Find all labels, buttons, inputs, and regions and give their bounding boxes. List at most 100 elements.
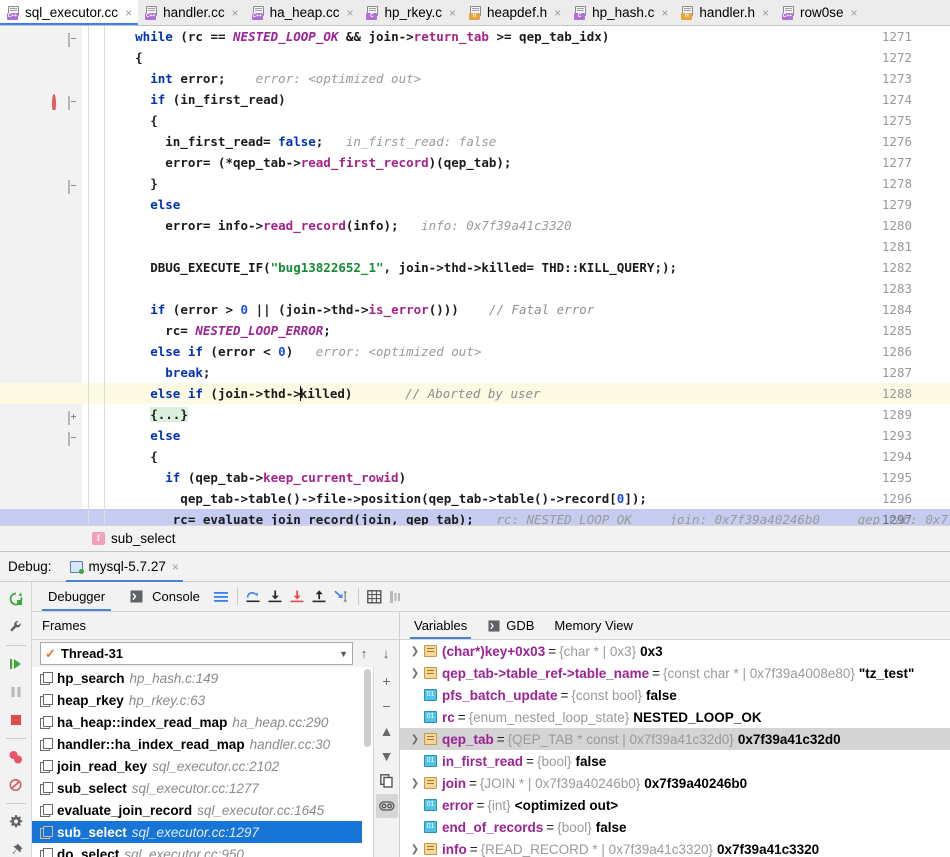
frames-down-button[interactable]: ↓ <box>375 643 397 665</box>
code-line-1276[interactable]: 1276 in_first_read= false; in_first_read… <box>0 131 950 152</box>
frame-list-item[interactable]: hp_search hp_hash.c:149 <box>32 667 362 689</box>
editor-gutter[interactable] <box>0 257 82 278</box>
code-line-1272[interactable]: 1272 { <box>0 47 950 68</box>
chevron-down-icon[interactable]: ▼ <box>339 649 348 659</box>
copy-stack-icon[interactable] <box>376 769 398 793</box>
variable-row[interactable]: ❯ (char*)key+0x03 = {char * | 0x3} 0x3 <box>400 640 950 662</box>
expand-arrow-icon[interactable]: ❯ <box>406 668 424 679</box>
move-down-button[interactable]: ▼ <box>376 744 398 768</box>
code-line-1293[interactable]: 1293 else <box>0 425 950 449</box>
close-icon[interactable]: × <box>122 6 132 20</box>
variables-list[interactable]: ❯ (char*)key+0x03 = {char * | 0x3} 0x3 ❯ qep_t… <box>400 640 950 857</box>
view-breakpoints-icon[interactable] <box>2 744 30 770</box>
code-line-1289[interactable]: 1289 {...} <box>0 404 950 428</box>
editor-tab-sql-executor-cc[interactable]: C++ sql_executor.cc × <box>0 0 139 25</box>
editor-gutter[interactable] <box>0 110 82 131</box>
variable-row[interactable]: ❯ info = {READ_RECORD * | 0x7f39a41c3320} 0x… <box>400 838 950 857</box>
fold-expand-icon[interactable] <box>68 409 79 428</box>
editor-gutter[interactable] <box>0 68 82 89</box>
variable-row[interactable]: 01 end_of_records = {bool} false <box>400 816 950 838</box>
close-icon[interactable]: × <box>658 6 668 20</box>
code-line-1284[interactable]: 1284 if (error > 0 || (join->thd->is_err… <box>0 299 950 320</box>
expand-arrow-icon[interactable]: ❯ <box>406 844 424 855</box>
variable-row[interactable]: ❯ qep_tab->table_ref->table_name = {const c… <box>400 662 950 684</box>
close-icon[interactable]: × <box>759 6 769 20</box>
breadcrumb-function-name[interactable]: sub_select <box>111 531 176 546</box>
fold-collapse-icon[interactable] <box>68 178 79 197</box>
layout-icon[interactable] <box>210 586 232 608</box>
editor-gutter[interactable] <box>0 215 82 236</box>
editor-gutter[interactable] <box>0 236 82 257</box>
frame-list-item[interactable]: ha_heap::index_read_map ha_heap.cc:290 <box>32 711 362 733</box>
code-line-1295[interactable]: 1295 if (qep_tab->keep_current_rowid) <box>0 467 950 488</box>
run-to-cursor-icon[interactable] <box>331 586 353 608</box>
close-icon[interactable]: × <box>343 6 353 20</box>
editor-tab-handler-h[interactable]: Hhandler.h × <box>674 0 775 25</box>
code-line-1280[interactable]: 1280 error= info->read_record(info); inf… <box>0 215 950 236</box>
move-up-button[interactable]: ▲ <box>376 719 398 743</box>
tab-console[interactable]: Console <box>115 582 210 611</box>
editor-tab-ha-heap-cc[interactable]: C++ ha_heap.cc × <box>244 0 360 25</box>
editor-gutter[interactable] <box>0 362 82 383</box>
code-line-1297[interactable]: 1297 rc= evaluate_join_record(join, qep_… <box>0 509 950 525</box>
code-line-1281[interactable]: 1281 <box>0 236 950 257</box>
tab-gdb[interactable]: GDB <box>479 612 542 639</box>
editor-gutter[interactable] <box>0 194 82 215</box>
frame-list-item[interactable]: do_select sql_executor.cc:950 <box>32 843 362 857</box>
frames-up-button[interactable]: ↑ <box>353 643 375 665</box>
step-into-icon[interactable] <box>265 586 287 608</box>
editor-gutter[interactable] <box>0 299 82 320</box>
editor-tab-heapdef-h[interactable]: Hheapdef.h × <box>462 0 568 25</box>
frames-list[interactable]: hp_search hp_hash.c:149 heap_rkey hp_rkey.c… <box>32 667 362 857</box>
settings-gear-icon[interactable] <box>2 809 30 835</box>
intention-bulb-icon[interactable] <box>52 387 65 400</box>
resume-program-icon[interactable] <box>2 651 30 677</box>
editor-gutter[interactable] <box>0 131 82 152</box>
frames-scrollbar[interactable] <box>362 667 373 857</box>
code-line-1285[interactable]: 1285 rc= NESTED_LOOP_ERROR; <box>0 320 950 341</box>
code-line-1274[interactable]: 1274 if (in_first_read) <box>0 89 950 113</box>
frame-list-item[interactable]: join_read_key sql_executor.cc:2102 <box>32 755 362 777</box>
code-line-1282[interactable]: 1282 DBUG_EXECUTE_IF("bug13822652_1", jo… <box>0 257 950 278</box>
breakpoint-icon[interactable] <box>52 93 65 113</box>
editor-gutter[interactable] <box>0 488 82 509</box>
frame-list-item[interactable]: sub_select sql_executor.cc:1277 <box>32 777 362 799</box>
code-line-1296[interactable]: 1296 qep_tab->table()->file->position(qe… <box>0 488 950 509</box>
watches-icon[interactable] <box>375 794 398 818</box>
rerun-icon[interactable] <box>2 586 30 612</box>
step-over-icon[interactable] <box>243 586 265 608</box>
settings-wrench-icon[interactable] <box>2 614 30 640</box>
frame-list-item[interactable]: handler::ha_index_read_map handler.cc:30 <box>32 733 362 755</box>
code-line-1277[interactable]: 1277 error= (*qep_tab->read_first_record… <box>0 152 950 173</box>
editor-tab-row0se[interactable]: C++ row0se × <box>775 0 864 25</box>
editor-tab-hp-rkey-c[interactable]: Chp_rkey.c × <box>359 0 463 25</box>
expand-arrow-icon[interactable]: ❯ <box>406 778 424 789</box>
variable-row[interactable]: ❯ qep_tab = {QEP_TAB * const | 0x7f39a41c32… <box>400 728 950 750</box>
variable-row[interactable]: ❯ join = {JOIN * | 0x7f39a40246b0} 0x7f39a40… <box>400 772 950 794</box>
editor-gutter[interactable] <box>0 278 82 299</box>
close-icon[interactable]: × <box>848 6 858 20</box>
remove-frame-button[interactable]: − <box>376 694 398 718</box>
code-line-1283[interactable]: 1283 <box>0 278 950 299</box>
close-icon[interactable]: × <box>172 560 179 574</box>
editor-gutter[interactable] <box>0 341 82 362</box>
thread-dropdown[interactable]: ✓ Thread-31 ▼ <box>40 642 353 665</box>
add-frame-button[interactable]: + <box>376 669 398 693</box>
code-line-1286[interactable]: 1286 else if (error < 0) error: <optimiz… <box>0 341 950 362</box>
expand-arrow-icon[interactable]: ❯ <box>406 646 424 657</box>
code-line-1271[interactable]: 1271 while (rc == NESTED_LOOP_OK && join… <box>0 26 950 50</box>
fold-collapse-icon[interactable] <box>68 94 79 113</box>
editor-gutter[interactable] <box>0 383 82 404</box>
code-line-1279[interactable]: 1279 else <box>0 194 950 215</box>
fold-collapse-icon[interactable] <box>68 430 79 449</box>
expand-arrow-icon[interactable]: ❯ <box>406 734 424 745</box>
fold-collapse-icon[interactable] <box>68 31 79 50</box>
editor-tab-handler-cc[interactable]: C++ handler.cc × <box>138 0 245 25</box>
code-line-1294[interactable]: 1294 { <box>0 446 950 467</box>
editor-gutter[interactable] <box>0 320 82 341</box>
variable-row[interactable]: 01 in_first_read = {bool} false <box>400 750 950 772</box>
show-all-frames-icon[interactable] <box>386 586 408 608</box>
code-line-1287[interactable]: 1287 break; <box>0 362 950 383</box>
run-configuration-tab[interactable]: mysql-5.7.27 × <box>62 552 187 582</box>
frame-list-item[interactable]: evaluate_join_record sql_executor.cc:1645 <box>32 799 362 821</box>
